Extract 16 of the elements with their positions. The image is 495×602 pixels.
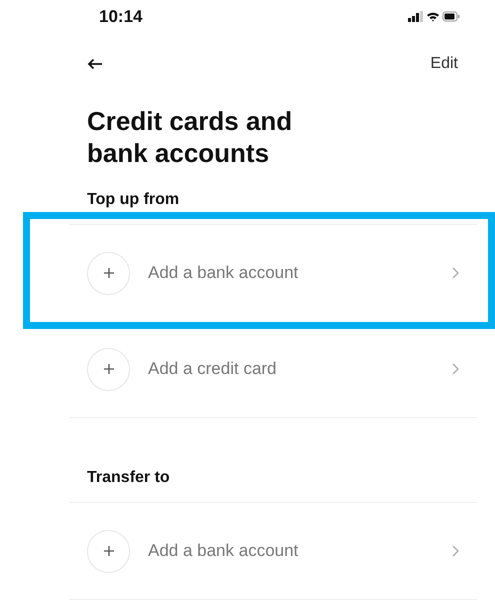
plus-icon[interactable] xyxy=(87,252,130,294)
section-heading: Top up from xyxy=(86,191,180,209)
add-item-link[interactable]: Add a bank account xyxy=(148,263,452,283)
status-icons xyxy=(408,10,460,24)
status-time: 10:14 xyxy=(99,7,142,27)
add-item-link[interactable]: Add a credit card xyxy=(148,359,452,379)
chevron-icon xyxy=(452,267,459,279)
chevron-icon xyxy=(452,363,459,375)
plus-icon[interactable] xyxy=(87,530,130,572)
back-arrow-icon[interactable] xyxy=(87,58,103,70)
add-item-link[interactable]: Add a bank account xyxy=(148,541,452,561)
page-title: Credit cards and bank accounts xyxy=(87,105,294,169)
edit-button[interactable]: Edit xyxy=(430,55,458,73)
section-heading: Transfer to xyxy=(86,469,171,487)
plus-icon[interactable] xyxy=(87,348,130,390)
chevron-icon xyxy=(452,545,459,557)
